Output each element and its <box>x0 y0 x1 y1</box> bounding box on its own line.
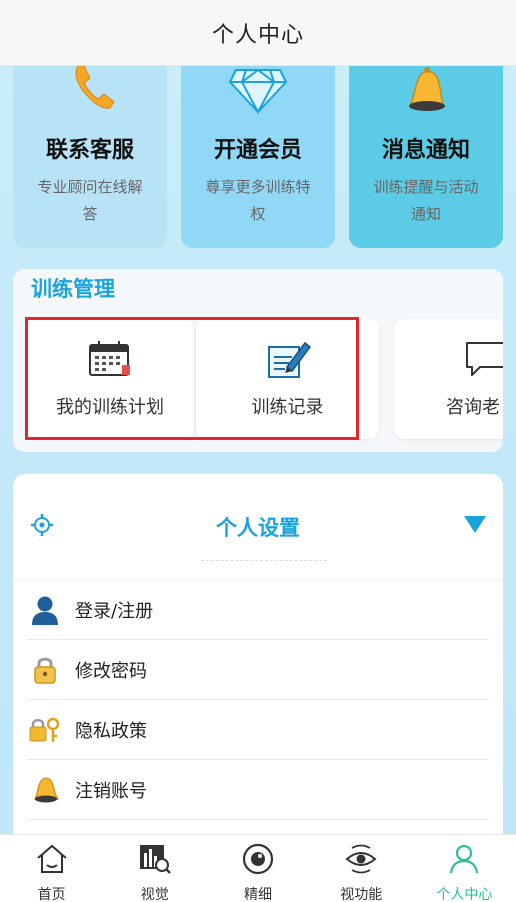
nav-item-profile[interactable]: 个人中心 <box>413 835 516 902</box>
settings-item-label: 登录/注册 <box>75 600 154 622</box>
settings-item-change-password[interactable]: 修改密码 <box>27 640 489 700</box>
user-icon <box>29 594 61 626</box>
settings-title: 个人设置 <box>216 516 300 540</box>
nav-label: 个人中心 <box>436 887 493 902</box>
service-desc: 训练提醒与活动通知 <box>373 178 479 223</box>
training-management-panel: 训练管理 我的训练计划 训练记录 咨询老 <box>13 269 503 452</box>
service-desc: 专业顾问在线解答 <box>37 178 143 223</box>
training-item-label: 我的训练计划 <box>56 397 164 418</box>
top-bar: 个人中心 <box>0 0 516 66</box>
settings-item-label: 修改密码 <box>75 660 147 682</box>
settings-header[interactable]: 个人设置 <box>13 474 503 580</box>
consult-card[interactable]: 咨询老 <box>394 319 503 439</box>
bottom-nav: 首页 视觉 精细 视功能 个人中心 <box>0 834 516 902</box>
training-item-label: 咨询老 <box>446 397 500 418</box>
section-title: 训练管理 <box>31 277 115 301</box>
bell-icon <box>29 774 61 806</box>
nav-label: 视觉 <box>140 887 169 902</box>
collapse-triangle-icon[interactable] <box>464 516 486 533</box>
service-desc: 尊享更多训练特权 <box>205 178 311 223</box>
home-icon <box>36 844 67 873</box>
lock-key-icon <box>29 714 61 746</box>
chat-bubble-icon <box>466 342 503 376</box>
service-title: 开通会员 <box>213 138 302 163</box>
page-title: 个人中心 <box>211 22 304 48</box>
notepad-pen-icon <box>267 341 311 378</box>
chart-search-icon <box>139 845 171 874</box>
title-underline <box>201 560 327 561</box>
bell-icon <box>408 67 446 111</box>
settings-item-login[interactable]: 登录/注册 <box>27 580 489 640</box>
settings-item-label: 隐私政策 <box>75 720 147 742</box>
service-card-contact[interactable]: 联系客服 专业顾问在线解答 <box>13 66 167 248</box>
training-item-label: 训练记录 <box>251 397 324 418</box>
phone-icon <box>75 66 115 109</box>
settings-item-delete-account[interactable]: 注销账号 <box>27 760 489 820</box>
service-title: 联系客服 <box>45 138 134 163</box>
calendar-icon <box>89 341 130 376</box>
nav-item-vision[interactable]: 视觉 <box>103 835 206 902</box>
padlock-icon <box>29 654 61 686</box>
service-title: 消息通知 <box>381 138 470 163</box>
settings-list: 登录/注册 修改密码 隐私政策 注销账号 <box>13 580 503 820</box>
nav-label: 首页 <box>37 887 66 902</box>
training-record-card[interactable]: 训练记录 <box>196 319 379 439</box>
service-card-notifications[interactable]: 消息通知 训练提醒与活动通知 <box>349 66 503 248</box>
eye-rotate-icon <box>345 844 377 874</box>
nav-item-home[interactable]: 首页 <box>0 835 103 902</box>
training-plan-card[interactable]: 我的训练计划 <box>26 319 194 439</box>
diamond-icon <box>228 68 288 114</box>
service-card-membership[interactable]: 开通会员 尊享更多训练特权 <box>181 66 335 248</box>
nav-item-fine[interactable]: 精细 <box>206 835 309 902</box>
nav-item-visual-function[interactable]: 视功能 <box>310 835 413 902</box>
nav-label: 视功能 <box>340 887 383 902</box>
personal-settings-panel: 个人设置 登录/注册 修改密码 隐私政策 注销账号 <box>13 474 503 854</box>
settings-item-privacy[interactable]: 隐私政策 <box>27 700 489 760</box>
settings-item-label: 注销账号 <box>75 780 147 802</box>
nav-label: 精细 <box>244 887 272 902</box>
eye-circle-icon <box>242 843 274 875</box>
person-icon <box>450 844 479 874</box>
